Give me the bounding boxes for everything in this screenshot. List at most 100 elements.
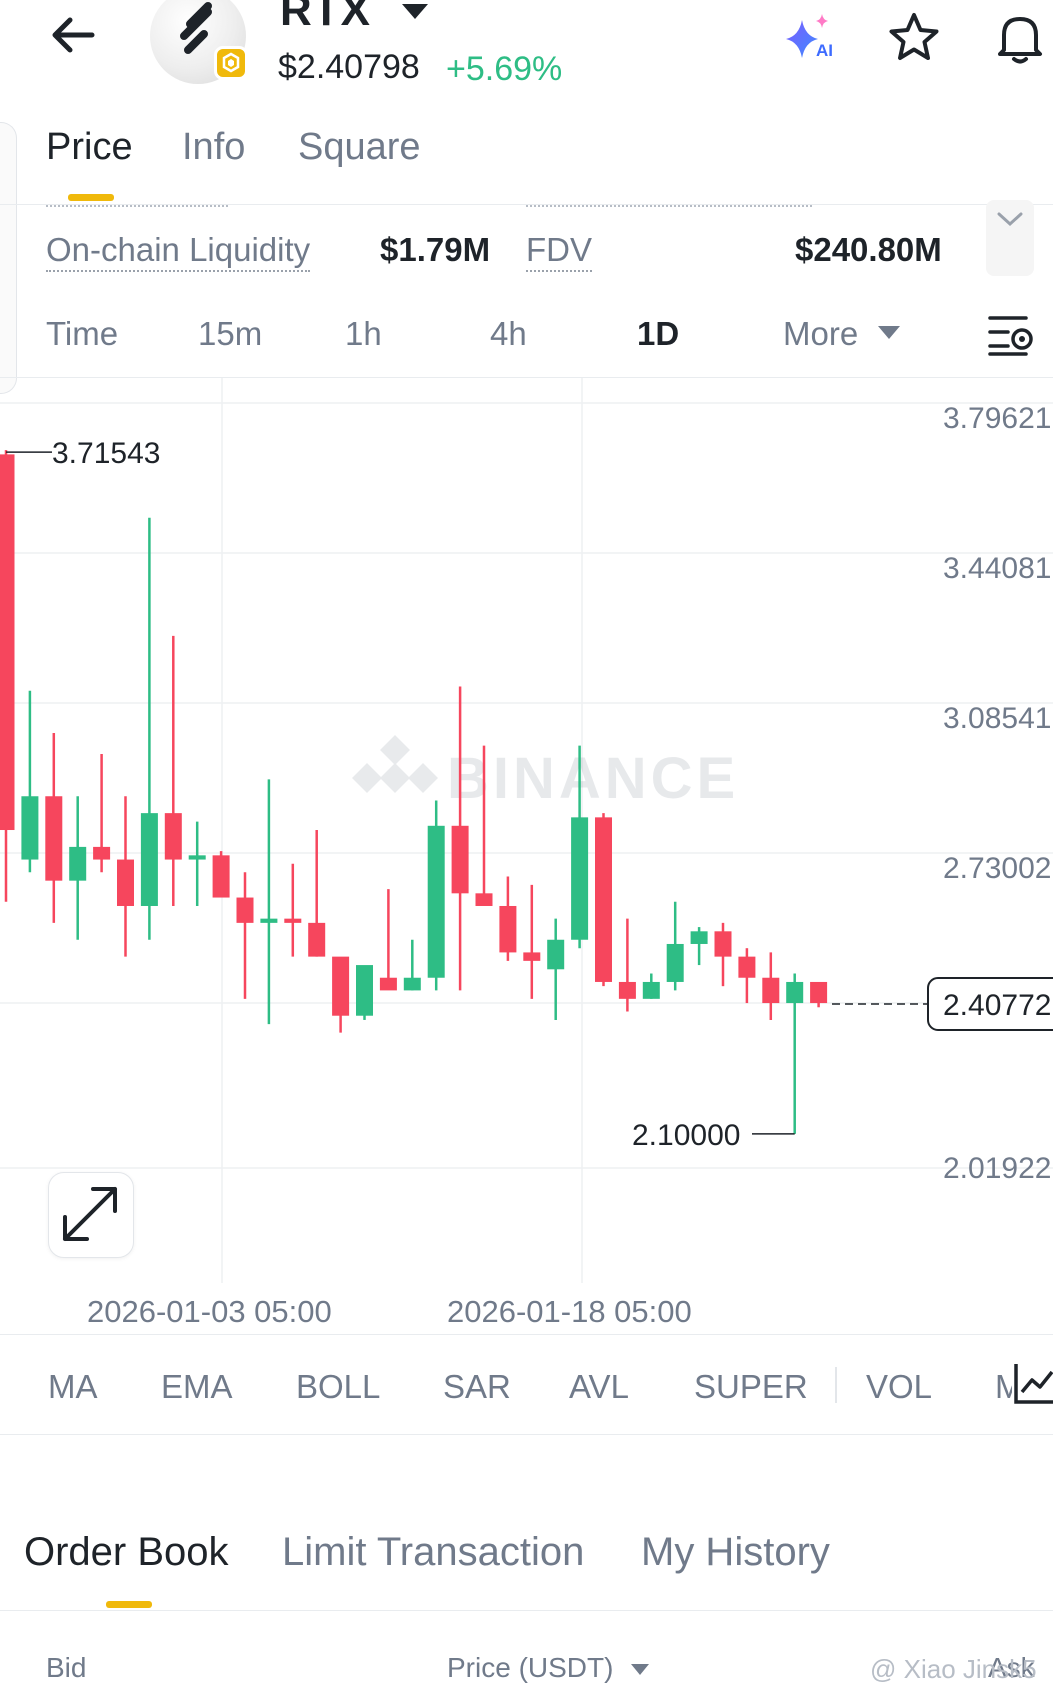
indicator-vol[interactable]: VOL (866, 1368, 932, 1406)
tab-square[interactable]: Square (298, 126, 421, 169)
indicator-super[interactable]: SUPER (694, 1368, 808, 1406)
symbol-dropdown-icon[interactable] (402, 4, 428, 19)
dotted-divider (46, 205, 228, 207)
current-price: $2.40798 (278, 48, 420, 86)
candle-body (188, 855, 206, 860)
bid-column-header: Bid (46, 1652, 87, 1683)
ai-sparkle-icon[interactable]: AI (780, 10, 838, 64)
interval-1h[interactable]: 1h (345, 315, 382, 353)
candle-body (618, 981, 636, 999)
divider (0, 1434, 1053, 1435)
candle-body (427, 825, 445, 978)
candle-body (499, 905, 517, 953)
candle-body (69, 846, 87, 881)
chain-badge-icon (214, 46, 248, 80)
candle-body (738, 956, 756, 978)
low-marker-label: 2.10000 (632, 1119, 740, 1152)
candle-body (0, 454, 15, 831)
x-axis-label: 2026-01-03 05:00 (87, 1294, 332, 1329)
candle-body (547, 939, 565, 970)
y-axis-label: 2.73002 (943, 852, 1051, 885)
dotted-divider (526, 205, 812, 207)
star-icon[interactable] (886, 10, 942, 66)
liquidity-value: $1.79M (380, 231, 491, 268)
candle-body (117, 859, 134, 906)
indicator-ema[interactable]: EMA (161, 1368, 233, 1406)
candle-body (810, 981, 828, 1004)
bottom-tab-active-indicator (106, 1601, 152, 1608)
line-chart-icon[interactable] (1012, 1360, 1053, 1406)
candle-body (786, 981, 804, 1004)
price-change: +5.69% (446, 50, 563, 88)
fdv-label[interactable]: FDV (526, 230, 592, 272)
candle-body (236, 897, 254, 923)
indicator-boll[interactable]: BOLL (296, 1368, 380, 1406)
candle-body (93, 846, 111, 860)
candle-body (523, 952, 541, 961)
binance-watermark-icon (352, 735, 438, 793)
back-arrow-icon[interactable] (48, 8, 102, 62)
candle-body (475, 893, 493, 906)
candle-body (642, 981, 660, 999)
tab-limit-transaction[interactable]: Limit Transaction (282, 1530, 584, 1575)
candle-body (762, 977, 780, 1004)
svg-text:AI: AI (816, 41, 833, 60)
indicator-sar[interactable]: SAR (443, 1368, 511, 1406)
divider (0, 1334, 1053, 1335)
interval-1d[interactable]: 1D (637, 315, 679, 353)
candle-body (571, 817, 589, 940)
candle-body (666, 943, 684, 982)
interval-4h[interactable]: 4h (490, 315, 527, 353)
fullscreen-button[interactable] (48, 1172, 134, 1258)
tab-price[interactable]: Price (46, 126, 133, 169)
candle-body (164, 813, 182, 860)
candle-body (403, 977, 421, 991)
more-dropdown-icon[interactable] (878, 326, 900, 339)
y-axis-label: 2.01922 (943, 1152, 1051, 1185)
candle-body (284, 918, 302, 923)
candle-body (690, 931, 708, 944)
token-symbol[interactable]: RTX (280, 0, 371, 36)
binance-logo-shape (352, 735, 438, 793)
candle-body (379, 977, 397, 991)
candle-body (595, 817, 612, 982)
candlestick-chart[interactable]: BINANCE 3.79621 3.44081 3.08541 2.73002 2.019… (0, 378, 1053, 1283)
interval-15m[interactable]: 15m (198, 315, 262, 353)
y-axis-label: 3.79621 (943, 402, 1051, 435)
fdv-value: $240.80M (795, 231, 942, 268)
candle-body (45, 796, 63, 881)
bell-icon[interactable] (990, 8, 1050, 68)
candle-body (212, 855, 230, 898)
indicator-m[interactable]: M (995, 1368, 1013, 1406)
candle-body (308, 922, 326, 957)
x-axis-label: 2026-01-18 05:00 (447, 1294, 692, 1329)
candle-body (451, 825, 469, 894)
tab-my-history[interactable]: My History (641, 1530, 830, 1575)
divider (0, 1610, 1053, 1611)
indicator-separator (835, 1367, 837, 1403)
tab-active-indicator (68, 194, 114, 201)
y-axis-label: 3.44081 (943, 552, 1051, 585)
candle-body (356, 965, 373, 1016)
chevron-down-icon (997, 212, 1023, 227)
tab-order-book[interactable]: Order Book (24, 1530, 229, 1575)
side-drawer-handle[interactable] (0, 122, 17, 394)
indicator-ma[interactable]: MA (48, 1368, 98, 1406)
expand-stats-button[interactable] (986, 200, 1034, 276)
candle-body (332, 956, 350, 1016)
interval-time[interactable]: Time (46, 315, 118, 353)
price-column-header[interactable]: Price (USDT) (447, 1652, 613, 1684)
chart-settings-icon[interactable] (986, 312, 1038, 356)
indicator-avl[interactable]: AVL (569, 1368, 629, 1406)
expand-arrows-icon (63, 1187, 117, 1241)
candle-body (21, 796, 39, 860)
y-axis-label: 3.08541 (943, 702, 1051, 735)
watermark-text: BINANCE (447, 746, 739, 811)
price-dropdown-icon[interactable] (631, 1664, 649, 1675)
tab-info[interactable]: Info (182, 126, 245, 169)
liquidity-label[interactable]: On-chain Liquidity (46, 230, 311, 272)
screenshot-watermark: @ Xiao Jinsk5 (870, 1654, 1037, 1684)
interval-more[interactable]: More (783, 315, 858, 353)
current-price-label: 2.40772 (943, 989, 1051, 1022)
candle-body (260, 918, 278, 923)
